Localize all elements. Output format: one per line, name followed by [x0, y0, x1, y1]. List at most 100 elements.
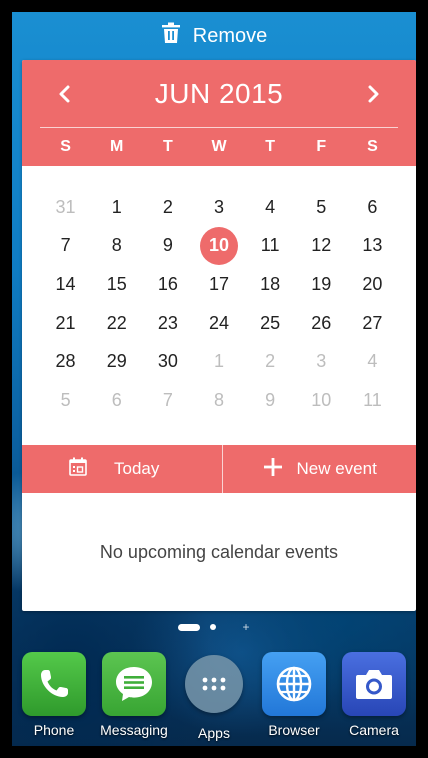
calendar-day[interactable]: 7 — [142, 381, 193, 420]
month-title[interactable]: JUN 2015 — [155, 78, 284, 110]
calendar-day[interactable]: 4 — [245, 188, 296, 227]
calendar-day[interactable]: 2 — [142, 188, 193, 227]
page-indicator: + — [12, 620, 416, 634]
calendar-day[interactable]: 8 — [193, 381, 244, 420]
app-label-camera: Camera — [349, 722, 399, 738]
calendar-day[interactable]: 3 — [193, 188, 244, 227]
day-number: 11 — [260, 235, 280, 256]
dock-app-messaging[interactable]: Messaging — [96, 652, 172, 746]
home-screen: Remove JUN 2015 S M T W T F S 31 1 2 3 4… — [12, 12, 416, 746]
weekday-label: F — [316, 138, 327, 155]
globe-icon[interactable] — [262, 652, 326, 716]
trash-icon — [161, 22, 181, 50]
day-number: 7 — [60, 235, 71, 256]
calendar-week-row: 14 15 16 17 18 19 20 — [40, 265, 398, 304]
day-number: 18 — [260, 273, 281, 294]
day-number: 31 — [55, 196, 76, 217]
calendar-day[interactable]: 21 — [40, 304, 91, 343]
calendar-day[interactable]: 15 — [91, 265, 142, 304]
calendar-day[interactable]: 28 — [40, 342, 91, 381]
calendar-day[interactable]: 5 — [296, 188, 347, 227]
calendar-day[interactable]: 6 — [91, 381, 142, 420]
calendar-day[interactable]: 3 — [296, 342, 347, 381]
day-number: 16 — [157, 273, 178, 294]
phone-icon[interactable] — [22, 652, 86, 716]
calendar-day[interactable]: 2 — [245, 342, 296, 381]
apps-grid-icon[interactable] — [185, 655, 243, 713]
app-label-apps: Apps — [198, 725, 230, 741]
calendar-day[interactable]: 17 — [193, 265, 244, 304]
calendar-day[interactable]: 25 — [245, 304, 296, 343]
camera-icon[interactable] — [342, 652, 406, 716]
calendar-day[interactable]: 16 — [142, 265, 193, 304]
calendar-day[interactable]: 4 — [347, 342, 398, 381]
calendar-widget: JUN 2015 S M T W T F S 31 1 2 3 4 5 6 7 8 9 10 11 12… — [22, 60, 416, 611]
calendar-day[interactable]: 7 — [40, 227, 91, 266]
calendar-day[interactable]: 30 — [142, 342, 193, 381]
calendar-day[interactable]: 26 — [296, 304, 347, 343]
calendar-day[interactable]: 9 — [245, 381, 296, 420]
app-label-messaging: Messaging — [100, 722, 168, 738]
calendar-day[interactable]: 9 — [142, 227, 193, 266]
day-grid: 31 1 2 3 4 5 6 7 8 9 10 11 12 13 14 15 16 17 18 19 20 21 22 23 2… — [40, 188, 398, 420]
day-number: 26 — [311, 312, 332, 333]
chevron-right-icon[interactable] — [362, 82, 386, 106]
calendar-day[interactable]: 5 — [40, 381, 91, 420]
calendar-day[interactable]: 11 — [347, 381, 398, 420]
plus-icon — [263, 457, 283, 482]
dock-app-browser[interactable]: Browser — [256, 652, 332, 746]
calendar-day[interactable]: 1 — [193, 342, 244, 381]
day-number: 19 — [311, 273, 332, 294]
calendar-day-today[interactable]: 10 — [193, 226, 244, 266]
add-page-icon[interactable]: + — [242, 620, 249, 634]
calendar-day[interactable]: 8 — [91, 227, 142, 266]
calendar-day[interactable]: 12 — [296, 227, 347, 266]
calendar-day[interactable]: 13 — [347, 227, 398, 266]
home-page-indicator[interactable] — [178, 623, 201, 631]
dock-app-phone[interactable]: Phone — [16, 652, 92, 746]
calendar-day[interactable]: 20 — [347, 265, 398, 304]
calendar-day[interactable]: 11 — [245, 227, 296, 266]
message-icon[interactable] — [102, 652, 166, 716]
app-dock: Phone Messaging Apps Browser Camera — [12, 652, 416, 746]
weekday-label: M — [110, 138, 124, 155]
chevron-left-icon[interactable] — [52, 82, 76, 106]
weekday-row: S M T W T F S — [40, 132, 398, 162]
dock-app-camera[interactable]: Camera — [336, 652, 412, 746]
calendar-day[interactable]: 19 — [296, 265, 347, 304]
new-event-button[interactable]: New event — [223, 445, 417, 493]
day-number: 4 — [265, 196, 276, 217]
remove-drop-target[interactable]: Remove — [12, 12, 416, 60]
day-number: 12 — [311, 235, 332, 256]
day-number: 3 — [213, 196, 224, 217]
calendar-day[interactable]: 1 — [91, 188, 142, 227]
calendar-day[interactable]: 14 — [40, 265, 91, 304]
calendar-week-row: 21 22 23 24 25 26 27 — [40, 304, 398, 343]
remove-label: Remove — [192, 24, 268, 47]
calendar-day[interactable]: 31 — [40, 188, 91, 227]
calendar-day[interactable]: 27 — [347, 304, 398, 343]
calendar-day[interactable]: 6 — [347, 188, 398, 227]
day-number: 24 — [208, 312, 229, 333]
calendar-week-row: 5 6 7 8 9 10 11 — [40, 381, 398, 420]
events-empty-state: No upcoming calendar events — [99, 541, 339, 562]
calendar-day[interactable]: 24 — [193, 304, 244, 343]
day-number: 29 — [106, 351, 127, 372]
day-number: 14 — [55, 273, 76, 294]
day-number: 1 — [213, 351, 224, 372]
calendar-day[interactable]: 18 — [245, 265, 296, 304]
calendar-day[interactable]: 29 — [91, 342, 142, 381]
dock-app-apps[interactable]: Apps — [176, 652, 252, 746]
page-dot[interactable] — [210, 624, 217, 630]
calendar-week-row: 31 1 2 3 4 5 6 — [40, 188, 398, 227]
calendar-week-row: 7 8 9 10 11 12 13 — [40, 226, 398, 266]
app-label-browser: Browser — [268, 722, 320, 738]
day-number: 23 — [157, 312, 178, 333]
calendar-day[interactable]: 23 — [142, 304, 193, 343]
calendar-day[interactable]: 22 — [91, 304, 142, 343]
day-number: 21 — [55, 312, 76, 333]
day-number: 6 — [367, 196, 378, 217]
calendar-day[interactable]: 10 — [296, 381, 347, 420]
today-button[interactable]: Today — [22, 445, 223, 493]
weekday-label: T — [162, 138, 173, 155]
